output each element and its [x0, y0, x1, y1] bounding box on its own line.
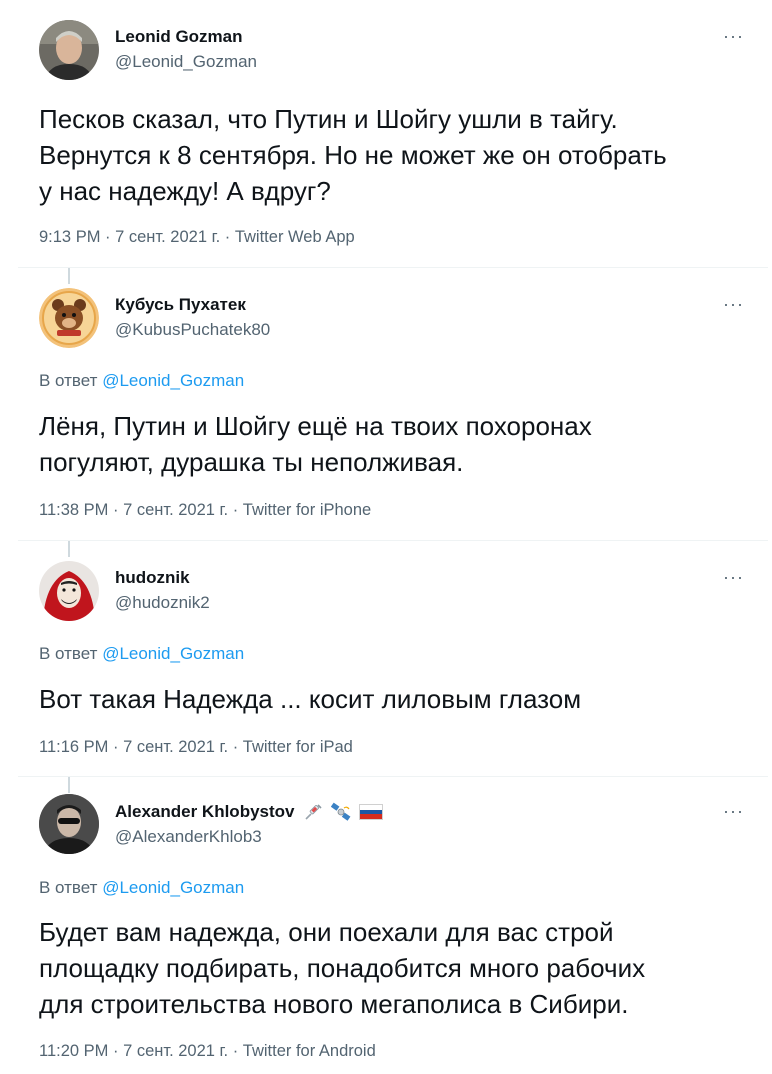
avatar[interactable]: [39, 794, 99, 854]
display-name[interactable]: Leonid Gozman: [115, 27, 243, 47]
thread-connector: [68, 268, 70, 284]
tweet-card[interactable]: Leonid Gozman @Leonid_Gozman ··· Песков …: [18, 0, 768, 268]
satellite-icon: [330, 802, 350, 821]
tweet-card[interactable]: hudoznik @hudoznik2 ··· В ответ @Leonid_…: [18, 541, 768, 777]
tweet-text: Будет вам надежда, они поехали для вас с…: [39, 917, 646, 1019]
user-handle[interactable]: @Leonid_Gozman: [115, 52, 257, 72]
tweet-meta[interactable]: 11:38 PM · 7 сент. 2021 г. · Twitter for…: [39, 501, 371, 520]
tweet-meta[interactable]: 11:16 PM · 7 сент. 2021 г. · Twitter for…: [39, 738, 353, 757]
replying-to: В ответ @Leonid_Gozman: [39, 644, 244, 664]
tweet-card[interactable]: Кубусь Пухатек @KubusPuchatek80 ··· В от…: [18, 268, 768, 541]
user-photo-icon: [39, 794, 99, 854]
syringe-icon: [304, 804, 322, 820]
replying-to: В ответ @Leonid_Gozman: [39, 371, 244, 391]
replying-prefix: В ответ: [39, 371, 98, 390]
replying-to: В ответ @Leonid_Gozman: [39, 878, 244, 898]
tweet-meta[interactable]: 11:20 PM · 7 сент. 2021 г. · Twitter for…: [39, 1042, 376, 1061]
user-photo-icon: [39, 20, 99, 80]
tweet-text: Песков сказал, что Путин и Шойгу ушли в …: [39, 104, 667, 206]
display-name[interactable]: Alexander Khlobystov: [115, 802, 383, 822]
more-options-icon[interactable]: ···: [723, 294, 744, 315]
display-name-text: Alexander Khlobystov: [115, 802, 295, 821]
russian-flag-icon: [358, 804, 383, 820]
mask-avatar-icon: [39, 561, 99, 621]
tweet-meta[interactable]: 9:13 PM · 7 сент. 2021 г. · Twitter Web …: [39, 228, 355, 247]
avatar[interactable]: [39, 20, 99, 80]
avatar[interactable]: [39, 288, 99, 348]
display-name[interactable]: Кубусь Пухатек: [115, 295, 246, 315]
replying-prefix: В ответ: [39, 878, 98, 897]
user-handle[interactable]: @KubusPuchatek80: [115, 320, 270, 340]
user-handle[interactable]: @AlexanderKhlob3: [115, 827, 262, 847]
tweet-card[interactable]: Alexander Khlobystov @AlexanderKhlob3 ··…: [18, 777, 768, 1074]
more-options-icon[interactable]: ···: [723, 26, 744, 47]
thread-connector: [68, 541, 70, 557]
replying-prefix: В ответ: [39, 644, 98, 663]
mention-link[interactable]: @Leonid_Gozman: [102, 371, 244, 390]
user-handle[interactable]: @hudoznik2: [115, 593, 210, 613]
display-name[interactable]: hudoznik: [115, 568, 190, 588]
tweet-text: Вот такая Надежда ... косит лиловым глаз…: [39, 684, 582, 714]
mention-link[interactable]: @Leonid_Gozman: [102, 644, 244, 663]
bear-avatar-icon: [39, 288, 99, 348]
avatar[interactable]: [39, 561, 99, 621]
more-options-icon[interactable]: ···: [723, 801, 744, 822]
mention-link[interactable]: @Leonid_Gozman: [102, 878, 244, 897]
thread-connector: [68, 777, 70, 793]
more-options-icon[interactable]: ···: [723, 567, 744, 588]
tweet-text: Лёня, Путин и Шойгу ещё на твоих похорон…: [39, 411, 592, 477]
